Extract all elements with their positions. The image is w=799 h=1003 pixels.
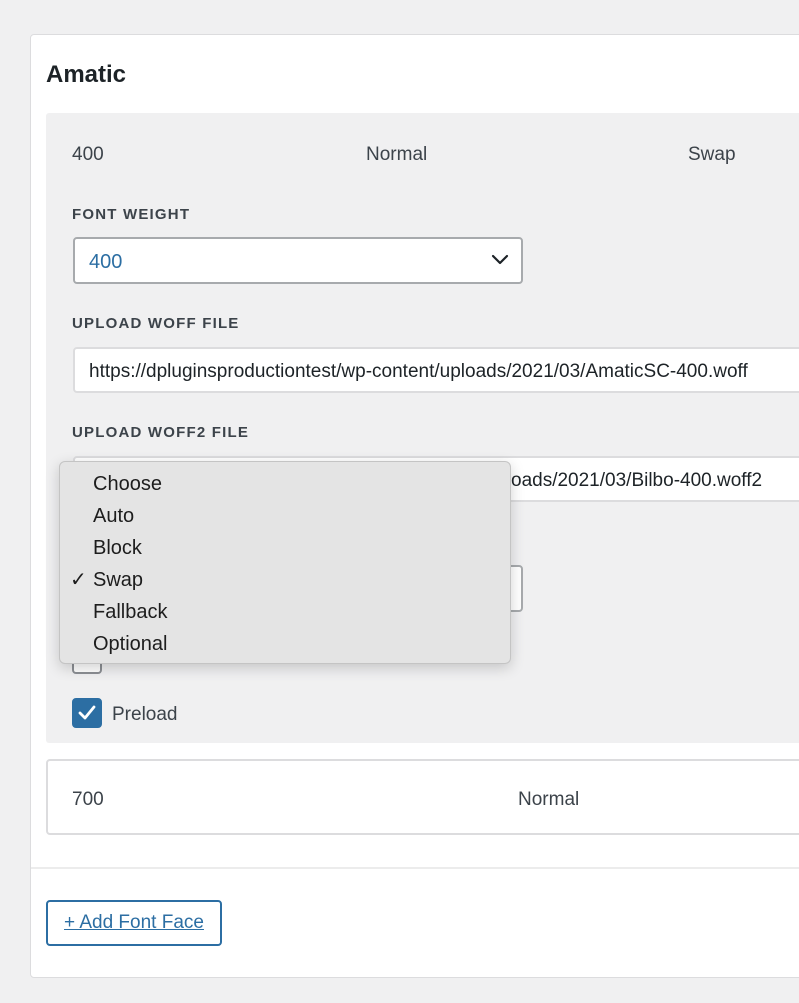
dropdown-option-auto[interactable]: Auto bbox=[60, 500, 510, 532]
preload-checkbox[interactable] bbox=[72, 698, 102, 728]
dropdown-option-label: Auto bbox=[93, 505, 135, 527]
face-summary-display[interactable]: Swap bbox=[688, 144, 736, 166]
upload-woff2-label: UPLOAD WOFF2 FILE bbox=[72, 424, 250, 441]
dropdown-option-fallback[interactable]: Fallback bbox=[60, 596, 510, 628]
font-weight-value: 400 bbox=[89, 251, 123, 273]
woff2-url-value: oads/2021/03/Bilbo-400.woff2 bbox=[511, 470, 763, 491]
font-family-title: Amatic bbox=[46, 61, 127, 88]
dropdown-option-label: Fallback bbox=[93, 601, 168, 623]
checkmark-icon bbox=[78, 705, 96, 720]
font-weight-select[interactable]: 400 bbox=[73, 237, 523, 284]
checkmark-icon: ✓ bbox=[70, 569, 87, 591]
preload-label: Preload bbox=[112, 704, 178, 725]
woff-url-input[interactable]: https://dpluginsproductiontest/wp-conten… bbox=[73, 347, 799, 393]
dropdown-option-label: Swap bbox=[93, 569, 144, 591]
dropdown-option-label: Optional bbox=[93, 633, 168, 655]
dropdown-option-label: Choose bbox=[93, 473, 162, 495]
divider bbox=[31, 867, 799, 869]
face-summary-weight[interactable]: 400 bbox=[72, 144, 104, 166]
face2-summary-weight[interactable]: 700 bbox=[72, 789, 104, 811]
font-display-dropdown-menu: Choose Auto Block ✓ Swap Fallback Optional bbox=[59, 461, 511, 664]
face2-summary-style[interactable]: Normal bbox=[518, 789, 579, 811]
dropdown-option-choose[interactable]: Choose bbox=[60, 468, 510, 500]
upload-woff-label: UPLOAD WOFF FILE bbox=[72, 315, 240, 332]
dropdown-option-optional[interactable]: Optional bbox=[60, 628, 510, 660]
woff-url-value: https://dpluginsproductiontest/wp-conten… bbox=[89, 361, 748, 382]
chevron-down-icon bbox=[491, 254, 509, 265]
add-font-face-button[interactable]: + Add Font Face bbox=[46, 900, 222, 946]
dropdown-option-swap[interactable]: ✓ Swap bbox=[60, 564, 510, 596]
dropdown-option-label: Block bbox=[93, 537, 142, 559]
dropdown-option-block[interactable]: Block bbox=[60, 532, 510, 564]
face-summary-style[interactable]: Normal bbox=[366, 144, 427, 166]
font-weight-label: FONT WEIGHT bbox=[72, 206, 191, 223]
font-face-row-collapsed[interactable] bbox=[46, 759, 799, 835]
